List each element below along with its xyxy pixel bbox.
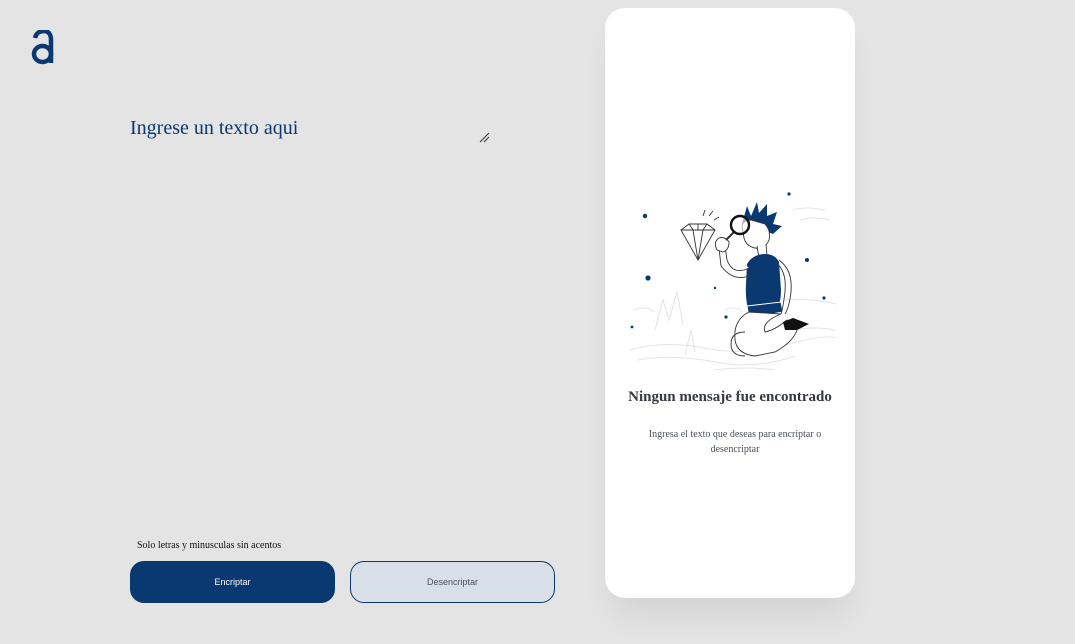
encrypt-button[interactable]: Encriptar — [130, 561, 335, 603]
hint-text: Solo letras y minusculas sin acentos — [137, 540, 282, 551]
decrypt-button-label: Desencriptar — [426, 577, 479, 587]
no-message-description: Ingresa el texto que deseas para encript… — [648, 429, 822, 455]
text-input-area — [130, 112, 492, 142]
encrypt-button-label: Encriptar — [214, 577, 251, 587]
resize-handle-icon[interactable] — [478, 131, 490, 143]
person-with-magnifying-glass-illustration — [629, 192, 838, 371]
decrypt-button[interactable]: Desencriptar — [350, 561, 555, 603]
no-message-title: Ningun mensaje fue encontrado — [628, 389, 832, 405]
input-hint: Solo letras y minusculas sin acentos — [137, 540, 281, 551]
output-panel: Ningun mensaje fue encontrado Ingresa el… — [605, 8, 855, 598]
alura-logo-icon — [31, 30, 54, 65]
message-input[interactable] — [130, 112, 492, 142]
